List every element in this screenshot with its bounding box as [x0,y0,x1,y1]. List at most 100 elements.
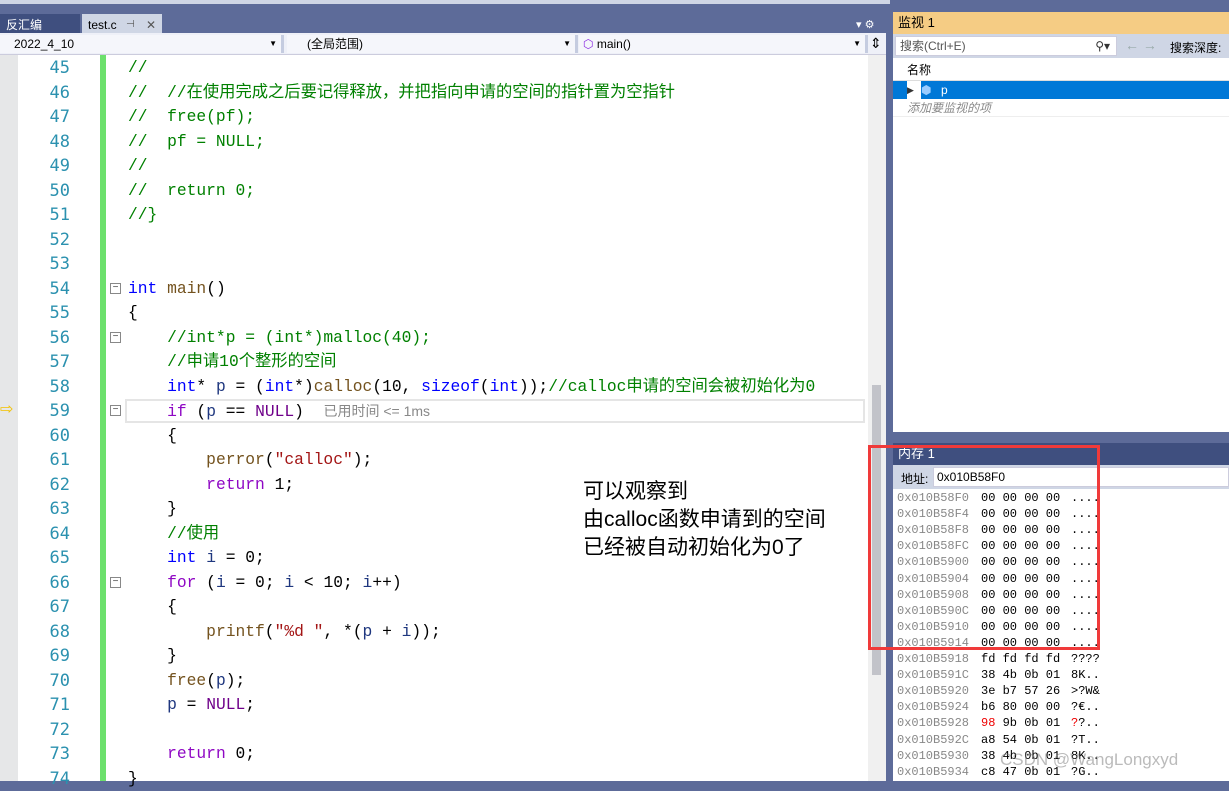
line-number: 58 [20,375,70,399]
code-line[interactable]: 74} [0,767,868,791]
column-header-name[interactable]: 名称 [893,59,1229,81]
line-number: 68 [20,620,70,644]
gear-icon[interactable]: ⚙ [865,19,875,31]
watch-search-input[interactable]: 搜索(Ctrl+E) ⚲▾ [895,36,1117,56]
code-line[interactable]: 47// free(pf); [0,105,868,130]
code-token [128,671,167,690]
code-token: int [490,377,519,396]
code-line[interactable]: 72 [0,718,868,743]
code-line[interactable]: 73 return 0; [0,742,868,767]
code-line[interactable]: ⇨59− if (p == NULL) 已用时间 <= 1ms [0,399,868,424]
memory-ascii: 8K.. [1071,668,1111,682]
collapse-icon[interactable]: − [110,283,121,294]
code-line[interactable]: 55{ [0,301,868,326]
annotation-text: 可以观察到 由calloc函数申请到的空间 已经被自动初始化为0了 [583,478,826,562]
code-line[interactable]: 45// [0,56,868,81]
code-line[interactable]: 68 printf("%d ", *(p + i)); [0,620,868,645]
code-token: = 0; [226,573,285,592]
collapse-icon[interactable]: − [110,332,121,343]
code-line[interactable]: 53 [0,252,868,277]
line-number: 65 [20,546,70,570]
memory-row[interactable]: 0x010B5924b6 80 00 00?€.. [897,700,1111,716]
expand-icon[interactable]: ▶ [907,81,921,99]
search-icon[interactable]: ⚲▾ [1095,37,1110,55]
code-text: // pf = NULL; [128,130,265,154]
code-line[interactable]: 54−int main() [0,277,868,302]
code-line[interactable]: 52 [0,228,868,253]
code-token: // return 0; [128,181,255,200]
code-token: // //在使用完成之后要记得释放，并把指向申请的空间的指针置为空指针 [128,83,675,102]
code-line[interactable]: 57 //申请10个整形的空间 [0,350,868,375]
line-number: 54 [20,277,70,301]
code-text: for (i = 0; i < 10; i++) [128,571,402,595]
memory-row[interactable]: 0x010B5918fd fd fd fd???? [897,652,1111,668]
code-line[interactable]: 71 p = NULL; [0,693,868,718]
memory-row[interactable]: 0x010B59203e b7 57 26>?W& [897,684,1111,700]
code-line[interactable]: 60 { [0,424,868,449]
code-token: < 10; [294,573,362,592]
code-line[interactable]: 70 free(p); [0,669,868,694]
memory-bytes: a8 54 0b 01 [981,733,1071,747]
memory-row[interactable]: 0x010B591C38 4b 0b 018K.. [897,668,1111,684]
line-number: 56 [20,326,70,350]
code-token [128,744,167,763]
code-token [128,548,167,567]
code-token: = [177,695,206,714]
project-dropdown[interactable]: 2022_4_10▼ [0,35,284,53]
split-icon[interactable]: ⇕ [870,35,882,52]
code-line[interactable]: 69 } [0,644,868,669]
memory-bytes: 38 4b 0b 01 [981,668,1071,682]
code-text: printf("%d ", *(p + i)); [128,620,441,644]
line-number: 74 [20,767,70,791]
code-text: //int*p = (int*)malloc(40); [128,326,431,350]
code-token: } [128,769,138,788]
code-line[interactable]: 46// //在使用完成之后要记得释放，并把指向申请的空间的指针置为空指针 [0,81,868,106]
chevron-down-icon: ▼ [269,35,277,53]
search-placeholder: 搜索(Ctrl+E) [900,39,966,53]
code-token: p [363,622,373,641]
code-token: * [196,377,216,396]
code-line[interactable]: 50// return 0; [0,179,868,204]
code-line[interactable]: 49// [0,154,868,179]
watch-title: 监视 1 [893,12,1229,34]
search-depth-label: 搜索深度: [1170,39,1221,56]
function-dropdown[interactable]: ⬡ main()▼ [579,35,868,53]
code-line[interactable]: 58 int* p = (int*)calloc(10, sizeof(int)… [0,375,868,400]
line-number: 72 [20,718,70,742]
code-token: } [128,646,177,665]
forward-arrow-icon[interactable]: → [1143,37,1157,53]
watch-row[interactable]: ▶⬢p [893,81,1229,99]
tab-options[interactable]: ▾ ⚙ [856,18,874,31]
code-text: } [128,497,177,521]
collapse-icon[interactable]: − [110,405,121,416]
line-number: 64 [20,522,70,546]
code-token: ( [480,377,490,396]
code-line[interactable]: 48// pf = NULL; [0,130,868,155]
code-text: // free(pf); [128,105,255,129]
line-number: 66 [20,571,70,595]
code-token [128,475,206,494]
memory-ascii: ?€.. [1071,700,1111,714]
code-token: printf [206,622,265,641]
code-token: main [167,279,206,298]
memory-row[interactable]: 0x010B592Ca8 54 0b 01?T.. [897,733,1111,749]
back-arrow-icon[interactable]: ← [1125,37,1139,53]
collapse-icon[interactable]: − [110,577,121,588]
memory-bytes: b6 80 00 00 [981,700,1071,714]
code-token: ); [226,671,246,690]
code-editor[interactable]: 45//46// //在使用完成之后要记得释放，并把指向申请的空间的指针置为空指… [0,55,868,781]
code-token: i [216,573,226,592]
code-line[interactable]: 51//} [0,203,868,228]
code-text: return 0; [128,742,255,766]
code-token: = 0; [216,548,265,567]
dropdown-icon[interactable]: ▾ [856,19,862,31]
code-line[interactable]: 67 { [0,595,868,620]
editor-scrollbar[interactable] [868,55,886,781]
code-text: int* p = (int*)calloc(10, sizeof(int));/… [128,375,815,399]
scope-dropdown[interactable]: (全局范围)▼ [287,35,578,53]
add-watch-item[interactable]: 添加要监视的项 [893,99,1229,117]
code-line[interactable]: 61 perror("calloc"); [0,448,868,473]
memory-row[interactable]: 0x010B592898 9b 0b 01??.. [897,716,1111,732]
code-line[interactable]: 56 − //int*p = (int*)malloc(40); [0,326,868,351]
code-line[interactable]: 66 − for (i = 0; i < 10; i++) [0,571,868,596]
